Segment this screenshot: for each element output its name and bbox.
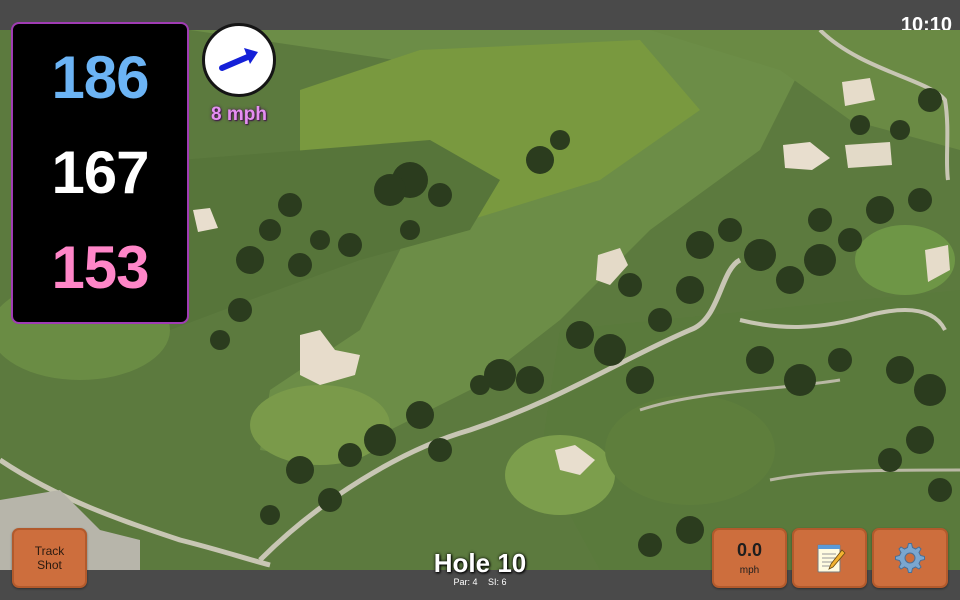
speed-button[interactable]: 0.0 mph xyxy=(712,528,787,588)
par-label: Par: 4 xyxy=(453,577,478,587)
gear-icon xyxy=(895,543,925,573)
front-distance: 153 xyxy=(51,234,149,302)
settings-button[interactable] xyxy=(872,528,948,588)
notepad-icon xyxy=(817,544,846,573)
notes-button[interactable] xyxy=(792,528,867,588)
distance-panel: 186 167 153 xyxy=(11,22,189,324)
track-shot-label-line1: Track xyxy=(34,544,65,558)
middle-distance: 167 xyxy=(51,138,149,206)
speed-value: 0.0 xyxy=(736,540,763,560)
track-shot-button[interactable]: Track Shot xyxy=(12,528,87,588)
speed-unit: mph xyxy=(739,565,760,576)
wind-indicator[interactable] xyxy=(202,23,276,97)
arrow-icon xyxy=(219,48,258,71)
si-label: SI: 6 xyxy=(488,577,507,587)
wind-speed: 8 mph xyxy=(211,104,267,125)
hole-info: Par: 4 SI: 6 xyxy=(380,577,580,587)
track-shot-label-line2: Shot xyxy=(37,558,62,572)
back-distance: 186 xyxy=(51,43,149,111)
hole-title: Hole 10 xyxy=(433,548,527,578)
